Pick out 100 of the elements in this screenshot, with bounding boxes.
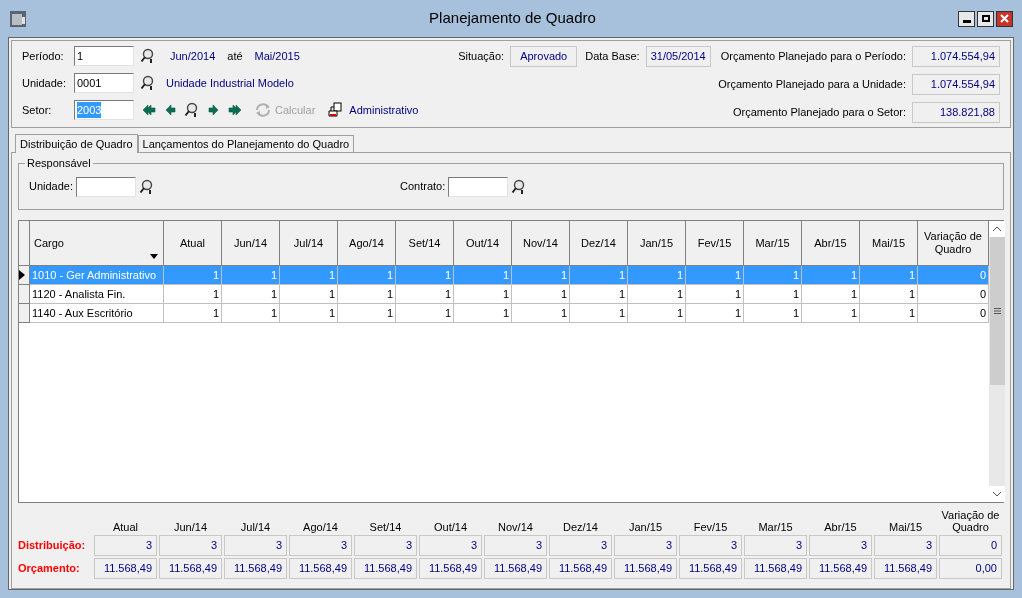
summary-header: Jul/14 [239,521,272,533]
total-label: Orçamento Planejado para o Setor: [732,105,906,121]
unit-field[interactable]: 0001 [74,73,134,93]
maximize-button[interactable] [977,10,994,27]
summary-value: 11.568,49 [289,558,352,579]
column-header[interactable]: Ago/14 [338,221,396,266]
summary-value: 11.568,49 [874,558,937,579]
table-cell: 1 [744,304,802,323]
table-row[interactable]: 1120 - Analista Fin. 1 1 1 1 1 1 1 1 1 1 1 1 1 0 [19,285,989,304]
summary-value: 11.568,49 [419,558,482,579]
summary-header: Atual [111,521,140,533]
column-header[interactable]: Variação de Quadro [918,221,989,266]
search-icon[interactable] [140,75,156,91]
table-cell: 1 [164,304,222,323]
total-value: 138.821,88 [912,102,1000,123]
table-cell: 1 [628,304,686,323]
column-header[interactable]: Atual [164,221,222,266]
period-end: Mai/2015 [254,48,300,64]
summary-header: Variação de Quadro [940,509,1001,533]
field-label: Unidade: [29,179,74,195]
table-cell: 1 [222,304,280,323]
table-cell: 1 [802,304,860,323]
total-label: Orçamento Planejado para a Unidade: [718,77,906,93]
close-button[interactable] [996,10,1013,27]
column-header[interactable]: Jan/15 [628,221,686,266]
status-value: Aprovado [510,46,578,67]
summary-value: 3 [94,535,157,556]
tab[interactable]: Distribuição de Quadro [15,134,138,153]
date-value: 31/05/2014 [645,46,711,67]
field-label: Data Base: [585,49,640,65]
unit-name: Unidade Industrial Modelo [166,75,294,91]
input-field[interactable] [76,176,137,197]
close-icon [1000,14,1009,23]
summary-value: 11.568,49 [159,558,222,579]
column-header[interactable]: Abr/15 [802,221,860,266]
summary-header: Jan/15 [628,521,663,533]
summary-value: 3 [874,535,937,556]
column-header[interactable]: Jun/14 [222,221,280,266]
summary-value: 11.568,49 [94,558,157,579]
field-label: Situação: [458,49,505,65]
summary-header: Abr/15 [823,521,858,533]
summary-value: 3 [744,535,807,556]
field-label: Unidade: [22,75,68,91]
tab[interactable]: Lançamentos do Planejamento do Quadro [137,135,355,152]
column-header[interactable]: Cargo [30,221,164,266]
summary-value: 0,00 [939,558,1002,579]
column-header[interactable]: Nov/14 [512,221,570,266]
table-cell: 1 [570,304,628,323]
summary-value: 3 [159,535,222,556]
period-field[interactable]: 1 [74,46,134,66]
summary-value: 11.568,49 [744,558,807,579]
table-cell: 1 [338,304,396,323]
first-arrow-icon[interactable] [140,103,156,117]
summary-value: 11.568,49 [484,558,547,579]
search-icon[interactable] [140,48,156,64]
summary-value: 3 [549,535,612,556]
summary-value: 3 [289,535,352,556]
summary-header: Nov/14 [497,521,534,533]
minimize-button[interactable] [958,10,975,27]
summary-header: Set/14 [368,521,403,533]
table-cell: 1 [454,304,512,323]
sector-name: Administrativo [349,102,419,118]
summary-value: 11.568,49 [354,558,417,579]
input-field[interactable] [448,176,509,197]
scrollbar[interactable] [989,221,1005,502]
row-header[interactable] [19,266,30,285]
summary-value: 0 [939,535,1002,556]
summary-value: 3 [224,535,287,556]
column-header[interactable]: Mai/15 [860,221,918,266]
search-icon[interactable] [184,102,200,118]
column-header[interactable]: Jul/14 [280,221,338,266]
table-cell: 1 [396,304,454,323]
scroll-down-icon[interactable] [989,486,1005,502]
period-start: Jun/2014 [170,48,216,64]
scroll-thumb[interactable] [989,237,1005,385]
last-arrow-icon[interactable] [228,103,244,117]
summary-header: Jun/14 [173,521,208,533]
between-label: até [227,48,243,64]
scroll-up-icon[interactable] [989,221,1005,237]
summary-header: Ago/14 [302,521,339,533]
total-label: Orçamento Planejado para o Período: [720,49,906,65]
total-value: 1.074.554,94 [912,46,1000,67]
column-header[interactable]: Dez/14 [570,221,628,266]
column-header[interactable]: Set/14 [396,221,454,266]
table-row[interactable]: 1140 - Aux Escritório 1 1 1 1 1 1 1 1 1 1 1 1 1 0 [19,304,989,323]
summary-label: Distribuição: [18,538,87,554]
table-cell: 1 [860,304,918,323]
column-header[interactable]: Fev/15 [686,221,744,266]
summary-header: Fev/15 [692,521,729,533]
refresh-icon [254,102,272,118]
column-header[interactable]: Out/14 [454,221,512,266]
summary-value: 11.568,49 [549,558,612,579]
field-label: Setor: [22,102,53,118]
summary-value: 3 [679,535,742,556]
summary-label: Orçamento: [18,561,81,577]
table-cell: 1 [512,304,570,323]
column-header[interactable]: Mar/15 [744,221,802,266]
field-label: Contrato: [400,179,446,195]
row-pointer-icon [19,270,25,280]
summary-value: 3 [354,535,417,556]
